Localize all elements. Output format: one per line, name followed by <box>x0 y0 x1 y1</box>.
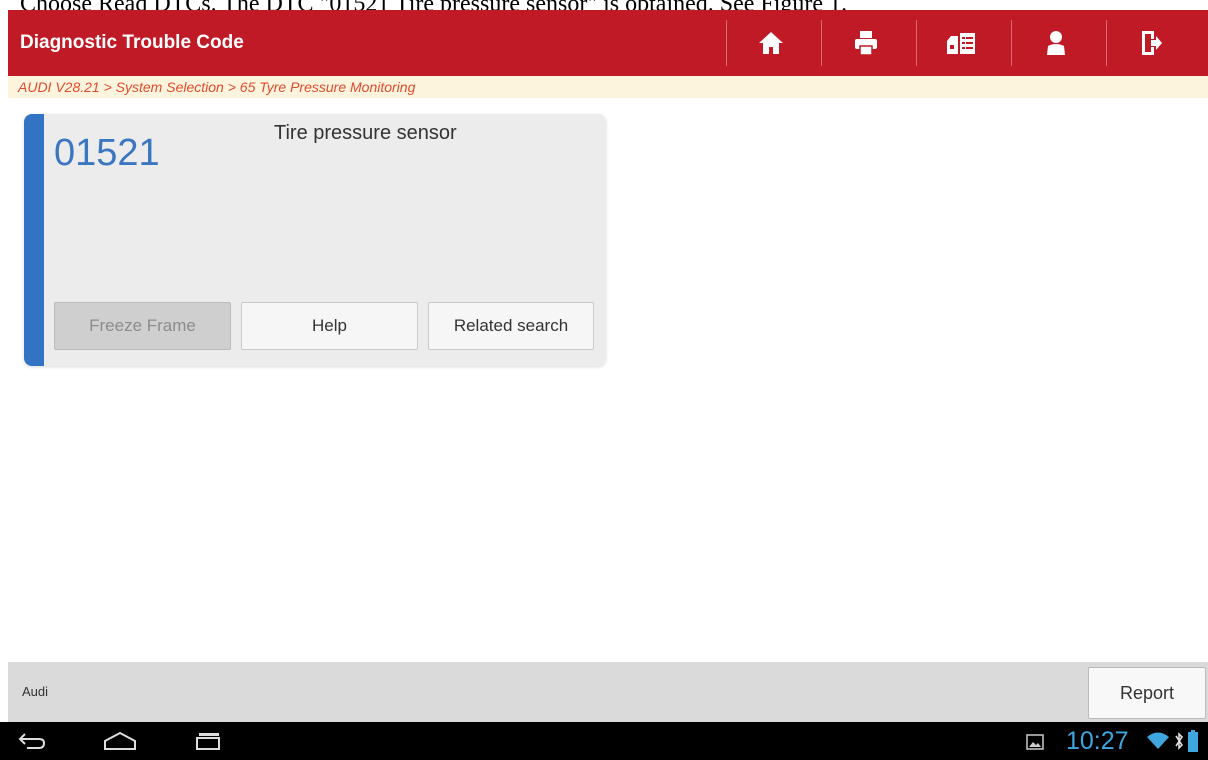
user-button[interactable] <box>1012 10 1100 76</box>
title-bar: Diagnostic Trouble Code <box>8 10 1208 76</box>
home-nav-icon <box>104 731 136 750</box>
android-navigation-bar: 10:27 <box>0 722 1208 760</box>
vehicle-label: Audi <box>22 684 49 699</box>
document-caption: Choose Read DTCs. The DTC "01521 Tire pr… <box>0 0 1208 10</box>
freeze-frame-button[interactable]: Freeze Frame <box>54 302 231 350</box>
print-icon <box>855 31 877 56</box>
back-button[interactable] <box>2 722 62 760</box>
battery-icon <box>1188 730 1198 752</box>
vehicle-info-button[interactable] <box>917 10 1005 76</box>
user-icon <box>1047 31 1065 55</box>
home-icon <box>759 32 783 54</box>
print-button[interactable] <box>822 10 910 76</box>
dtc-card: 01521 Tire pressure sensor Freeze Frame … <box>24 114 606 366</box>
page-title: Diagnostic Trouble Code <box>20 32 244 53</box>
dtc-code: 01521 <box>54 132 160 174</box>
report-button[interactable]: Report <box>1088 667 1206 719</box>
bottom-bar: Audi Report <box>8 662 1208 722</box>
breadcrumb: AUDI V28.21 > System Selection > 65 Tyre… <box>8 76 1208 98</box>
recent-apps-button[interactable] <box>178 722 238 760</box>
vehicle-info-icon <box>947 33 975 54</box>
bluetooth-icon <box>1175 732 1184 750</box>
help-button[interactable]: Help <box>241 302 418 350</box>
back-icon <box>18 733 46 749</box>
dtc-accent-stripe <box>24 114 44 366</box>
status-icons <box>1146 722 1198 760</box>
dtc-description: Tire pressure sensor <box>274 122 457 144</box>
home-button[interactable] <box>727 10 815 76</box>
home-nav-button[interactable] <box>90 722 150 760</box>
recent-apps-icon <box>196 733 220 750</box>
status-clock: 10:27 <box>1066 727 1129 755</box>
exit-button[interactable] <box>1107 10 1195 76</box>
exit-icon <box>1142 31 1162 55</box>
related-search-button[interactable]: Related search <box>428 302 594 350</box>
gallery-icon <box>1026 734 1044 750</box>
wifi-icon <box>1147 732 1169 749</box>
